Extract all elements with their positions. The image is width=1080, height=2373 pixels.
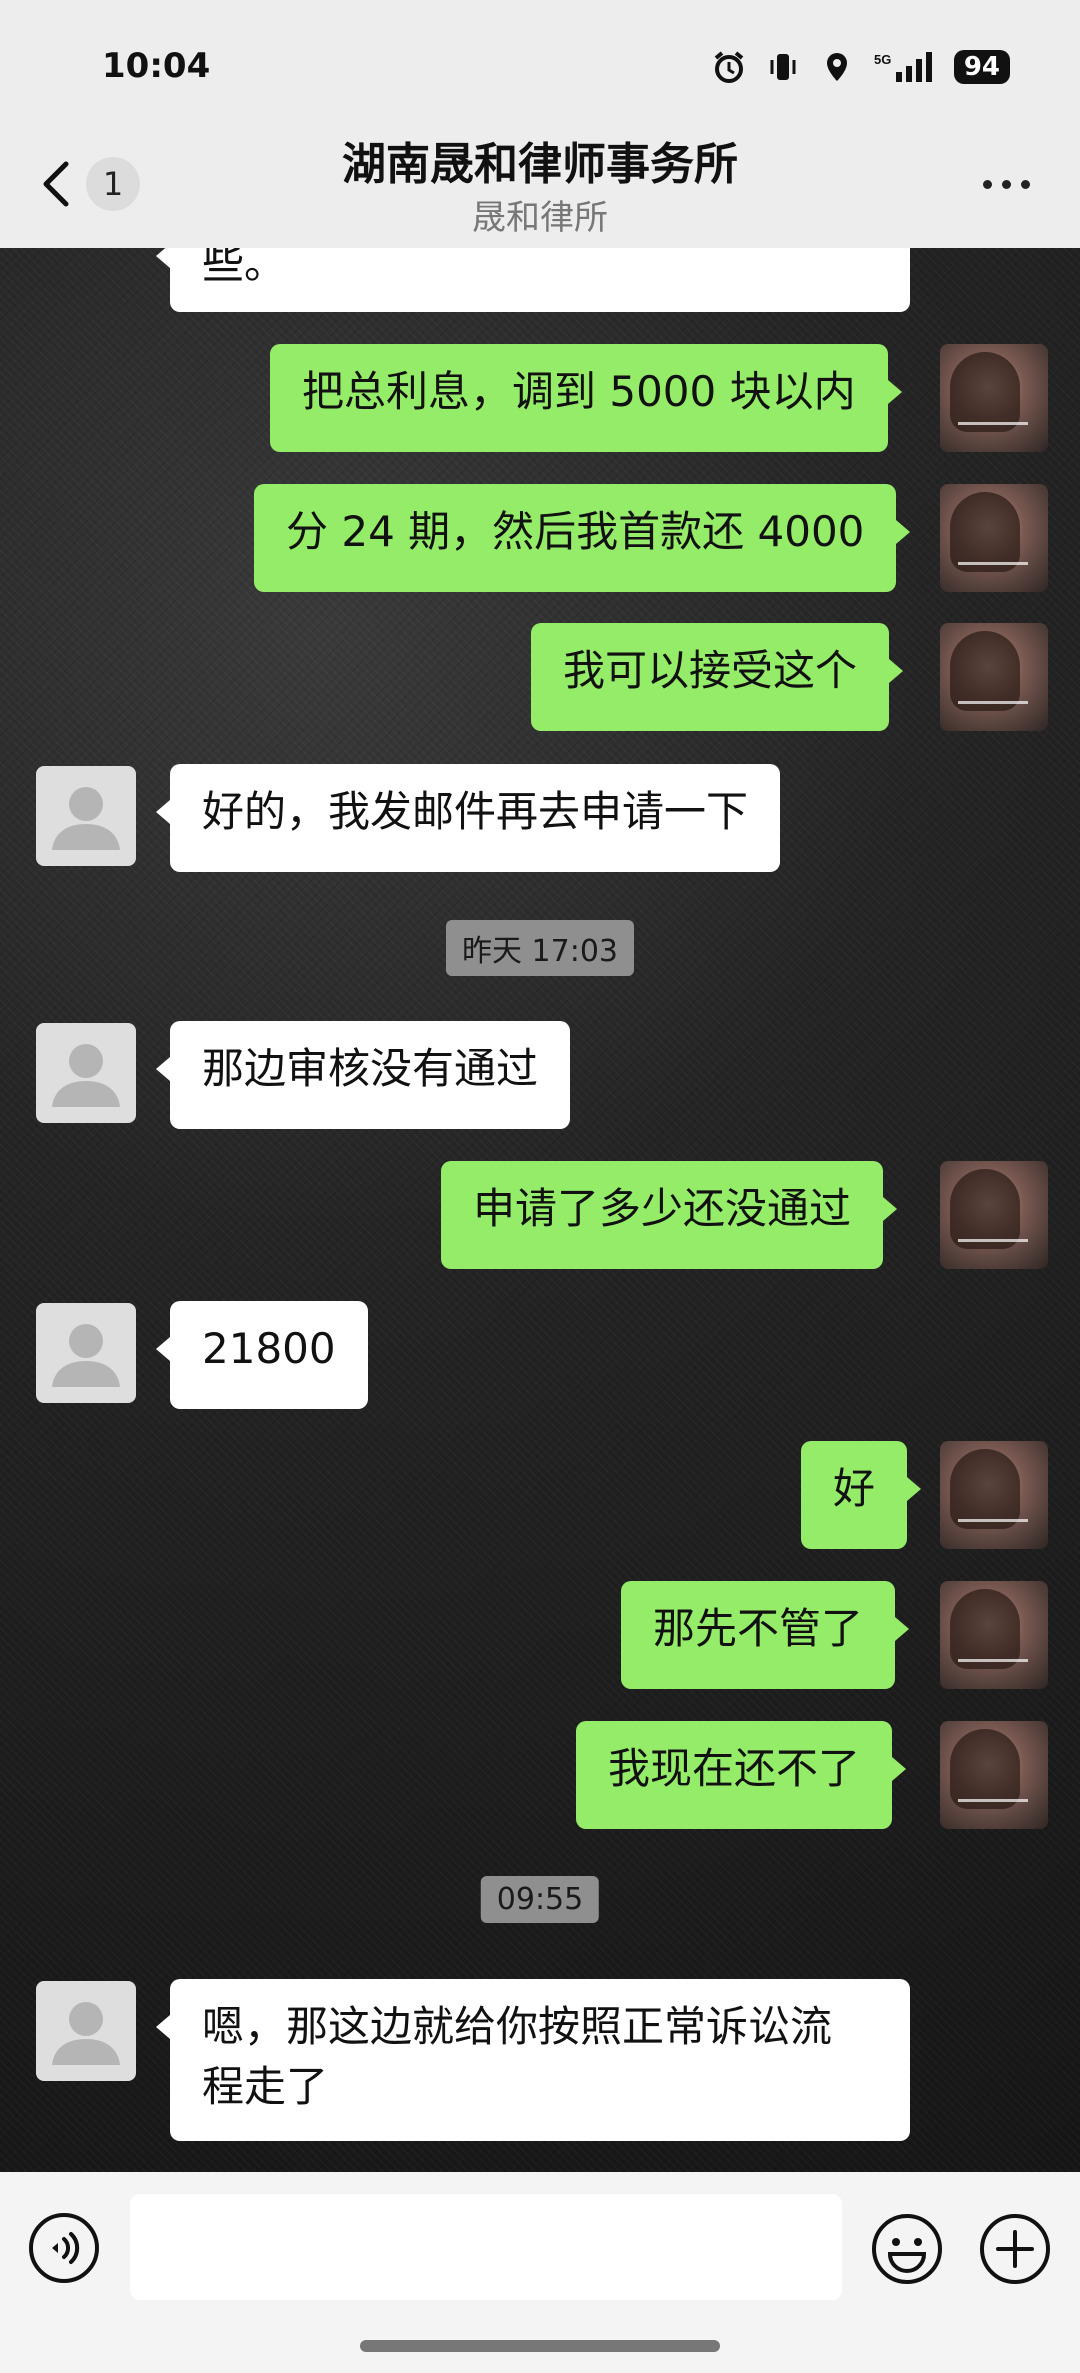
message-input[interactable] xyxy=(130,2194,842,2300)
message-out[interactable]: 我现在还不了 xyxy=(576,1721,907,1829)
message-text: 21800 xyxy=(202,1324,336,1373)
default-user-icon xyxy=(52,787,120,850)
emoji-icon xyxy=(872,2214,942,2284)
message-text: 那先不管了 xyxy=(653,1604,864,1653)
my-avatar[interactable] xyxy=(940,344,1048,452)
vibrate-icon xyxy=(766,50,800,84)
home-indicator[interactable] xyxy=(360,2340,720,2352)
message-out[interactable]: 把总利息，调到 5000 块以内 xyxy=(270,344,902,452)
timestamp: 昨天 17:03 xyxy=(446,920,634,976)
status-time: 10:04 xyxy=(102,46,211,86)
default-user-icon xyxy=(52,1044,120,1107)
message-in[interactable]: 那边审核没有通过 xyxy=(155,1021,571,1129)
more-functions-button[interactable] xyxy=(978,2212,1052,2286)
contact-avatar[interactable] xyxy=(36,1303,136,1403)
message-out[interactable]: 好 xyxy=(801,1441,922,1549)
plus-icon xyxy=(980,2214,1050,2284)
more-dot-icon xyxy=(1021,180,1030,189)
my-avatar[interactable] xyxy=(940,484,1048,592)
status-icons: 5G 94 xyxy=(712,50,1010,84)
message-text: 把总利息，调到 5000 块以内 xyxy=(302,367,856,416)
input-bar xyxy=(0,2172,1080,2373)
more-dot-icon xyxy=(983,180,992,189)
contact-avatar[interactable] xyxy=(36,1023,136,1123)
message-text: 嗯，那这边就给你按照正常诉讼流 xyxy=(202,2002,833,2051)
chat-subtitle: 晟和律所 xyxy=(472,198,608,238)
my-avatar[interactable] xyxy=(940,1581,1048,1689)
message-out[interactable]: 申请了多少还没通过 xyxy=(441,1161,898,1269)
message-out[interactable]: 分 24 期，然后我首款还 4000 xyxy=(254,484,911,592)
location-icon xyxy=(820,50,854,84)
message-in[interactable]: 嗯，那这边就给你按照正常诉讼流 程走了 xyxy=(156,1979,910,2141)
message-in[interactable]: 些。 xyxy=(156,248,910,312)
chat-title: 湖南晟和律师事务所 xyxy=(342,139,738,190)
contact-avatar[interactable] xyxy=(36,1981,136,2081)
message-text: 我现在还不了 xyxy=(608,1744,861,1793)
default-user-icon xyxy=(52,2002,120,2065)
svg-text:5G: 5G xyxy=(874,52,891,67)
message-text: 好 xyxy=(833,1464,876,1513)
message-out[interactable]: 那先不管了 xyxy=(621,1581,910,1689)
message-in[interactable]: 好的，我发邮件再去申请一下 xyxy=(155,764,781,872)
my-avatar[interactable] xyxy=(940,1441,1048,1549)
title-bar: 10:04 5G 94 1 湖南晟和律师事务所 晟和律所 xyxy=(0,0,1080,248)
timestamp: 09:55 xyxy=(480,1876,600,1923)
my-avatar[interactable] xyxy=(940,1161,1048,1269)
message-text: 好的，我发邮件再去申请一下 xyxy=(202,787,749,836)
alarm-icon xyxy=(712,50,746,84)
message-in[interactable]: 21800 xyxy=(156,1301,368,1409)
more-button[interactable] xyxy=(983,180,1030,189)
message-text: 些。 xyxy=(202,248,287,288)
message-text: 我可以接受这个 xyxy=(563,646,858,695)
battery-indicator: 94 xyxy=(953,50,1010,84)
message-out[interactable]: 我可以接受这个 xyxy=(531,623,904,731)
signal-5g-icon: 5G xyxy=(874,50,934,84)
chat-area[interactable]: 些。 把总利息，调到 5000 块以内 分 24 期，然后我首款还 4000 我… xyxy=(0,248,1080,2172)
voice-icon xyxy=(29,2213,99,2283)
more-dot-icon xyxy=(1002,180,1011,189)
my-avatar[interactable] xyxy=(940,1721,1048,1829)
default-user-icon xyxy=(52,1324,120,1387)
contact-avatar[interactable] xyxy=(36,766,136,866)
message-text: 那边审核没有通过 xyxy=(202,1044,539,1093)
voice-input-button[interactable] xyxy=(28,2212,100,2284)
emoji-button[interactable] xyxy=(870,2212,944,2286)
message-text: 程走了 xyxy=(202,2062,329,2111)
my-avatar[interactable] xyxy=(940,623,1048,731)
message-text: 分 24 期，然后我首款还 4000 xyxy=(286,507,865,556)
message-text: 申请了多少还没通过 xyxy=(473,1184,852,1233)
